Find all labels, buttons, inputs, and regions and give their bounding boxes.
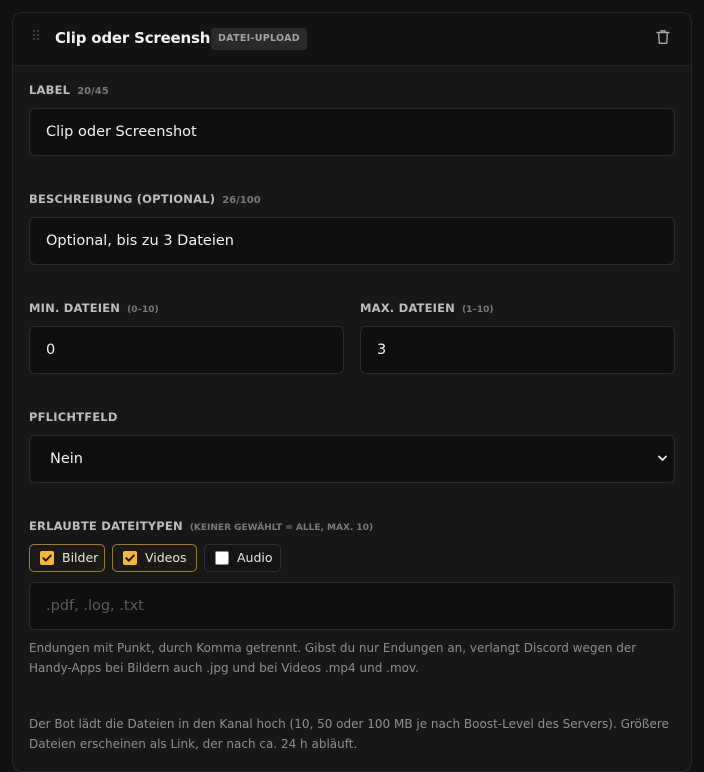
- label-field-label: LABEL 20/45: [29, 83, 109, 97]
- min-files-label: MIN. DATEIEN (0–10): [29, 301, 159, 315]
- checkbox-checked-icon[interactable]: [40, 551, 54, 565]
- extensions-input[interactable]: .pdf, .log, .txt: [29, 582, 675, 630]
- max-files-title: MAX. DATEIEN: [360, 301, 455, 315]
- required-select[interactable]: Nein: [29, 435, 675, 483]
- max-files-range: (1–10): [462, 305, 494, 315]
- file-type-label-bilder: Bilder: [62, 550, 99, 565]
- min-files-title: MIN. DATEIEN: [29, 301, 121, 315]
- label-input[interactable]: Clip oder Screenshot: [29, 108, 675, 156]
- file-type-chip-videos[interactable]: Videos: [112, 544, 197, 572]
- field-type-badge: DATEI-UPLOAD: [211, 28, 307, 50]
- max-files-label: MAX. DATEIEN (1–10): [360, 301, 494, 315]
- card-header: Clip oder Screenshot DATEI-UPLOAD: [13, 13, 691, 66]
- label-char-counter: 20/45: [77, 86, 109, 97]
- min-files-range: (0–10): [127, 305, 159, 315]
- description-input[interactable]: Optional, bis zu 3 Dateien: [29, 217, 675, 265]
- description-field-title: BESCHREIBUNG (OPTIONAL): [29, 192, 216, 206]
- checkbox-unchecked-icon[interactable]: [215, 551, 229, 565]
- file-type-label-videos: Videos: [145, 550, 187, 565]
- label-field-title: LABEL: [29, 83, 71, 97]
- extensions-help-text: Endungen mit Punkt, durch Komma getrennt…: [29, 641, 637, 675]
- checkbox-checked-icon[interactable]: [123, 551, 137, 565]
- description-field-label: BESCHREIBUNG (OPTIONAL) 26/100: [29, 192, 261, 206]
- chevron-down-icon: [658, 455, 667, 461]
- file-types-hint: (KEINER GEWÄHLT = ALLE, MAX. 10): [189, 523, 374, 533]
- trash-icon[interactable]: [656, 29, 670, 45]
- required-field-label: PFLICHTFELD: [29, 410, 118, 424]
- file-type-chip-bilder[interactable]: Bilder: [29, 544, 105, 572]
- file-types-label: ERLAUBTE DATEITYPEN (KEINER GEWÄHLT = ALL…: [29, 519, 373, 533]
- file-type-chip-audio[interactable]: Audio: [204, 544, 281, 572]
- min-files-input[interactable]: 0: [29, 326, 344, 374]
- card-title: Clip oder Screenshot: [55, 29, 228, 47]
- required-select-value: Nein: [50, 451, 83, 467]
- file-types-title: ERLAUBTE DATEITYPEN: [29, 519, 183, 533]
- max-files-input[interactable]: 3: [360, 326, 675, 374]
- file-type-label-audio: Audio: [237, 550, 273, 565]
- description-char-counter: 26/100: [222, 195, 261, 206]
- drag-handle-icon[interactable]: [33, 30, 41, 42]
- upload-info-text: Der Bot lädt die Dateien in den Kanal ho…: [29, 717, 669, 751]
